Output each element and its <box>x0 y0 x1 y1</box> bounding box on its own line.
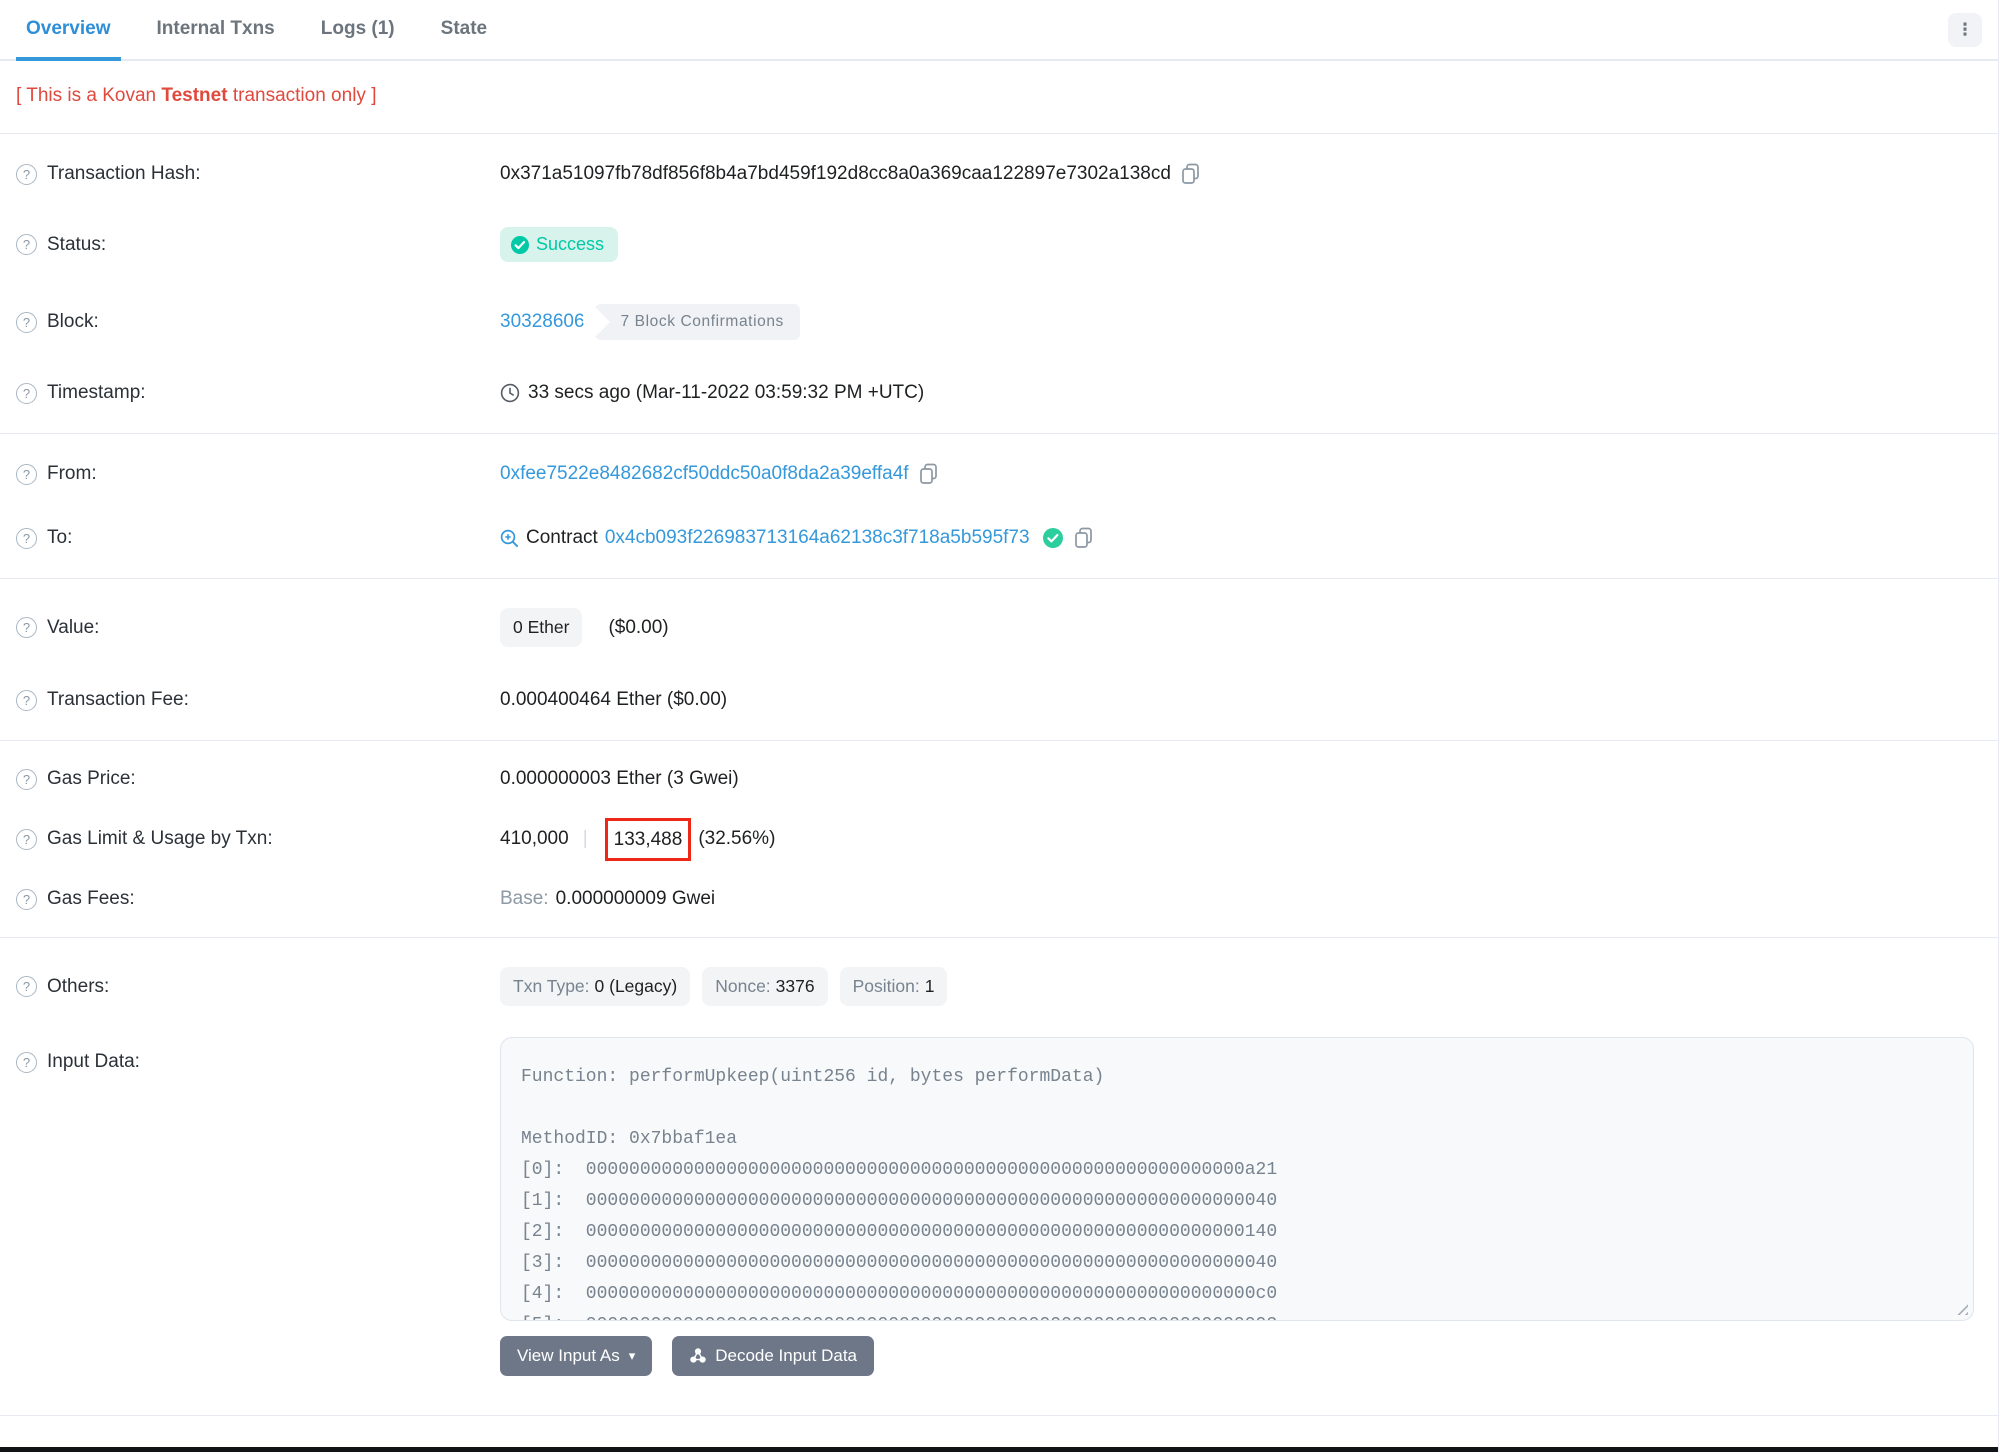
gas-price-value: 0.000000003 Ether (3 Gwei) <box>500 768 739 789</box>
help-icon[interactable]: ? <box>16 976 37 997</box>
decode-input-data-button[interactable]: Decode Input Data <box>672 1336 874 1376</box>
gas-used-value: 133,488 <box>613 828 683 850</box>
transaction-hash-value: 0x371a51097fb78df856f8b4a7bd459f192d8cc8… <box>500 163 1171 184</box>
view-input-as-label: View Input As <box>517 1346 620 1365</box>
help-icon[interactable]: ? <box>16 463 37 485</box>
help-icon[interactable]: ? <box>16 888 37 910</box>
nonce-badge: Nonce: 3376 <box>702 967 828 1006</box>
row-label-text: Gas Fees: <box>47 888 135 909</box>
gas-used-annotation-box: 133,488 <box>604 817 692 861</box>
warning-text-post: transaction only ] <box>227 85 377 106</box>
view-input-as-button[interactable]: View Input As ▾ <box>500 1336 653 1376</box>
input-data-line: [0]: 00000000000000000000000000000000000… <box>521 1160 1278 1180</box>
testnet-warning: [ This is a Kovan Testnet transaction on… <box>0 61 1998 133</box>
input-data-line: [4]: 00000000000000000000000000000000000… <box>521 1284 1278 1304</box>
copy-icon[interactable] <box>919 463 939 485</box>
help-icon[interactable]: ? <box>16 689 37 711</box>
block-confirmations-badge: 7 Block Confirmations <box>594 304 800 340</box>
row-timestamp: ? Timestamp: 33 secs ago (Mar-11-2022 03… <box>0 361 1998 425</box>
decode-input-data-label: Decode Input Data <box>715 1346 857 1365</box>
help-icon[interactable]: ? <box>16 617 37 638</box>
from-address-link[interactable]: 0xfee7522e8482682cf50ddc50a0f8da2a39effa… <box>500 463 909 485</box>
contract-prefix: Contract <box>526 527 598 548</box>
row-gas-fees: ? Gas Fees: Base: 0.000000009 Gwei <box>0 869 1998 929</box>
input-data-textarea[interactable]: Function: performUpkeep(uint256 id, byte… <box>500 1037 1974 1321</box>
help-icon[interactable]: ? <box>16 382 37 404</box>
row-label-text: Input Data: <box>47 1051 140 1072</box>
help-icon[interactable]: ? <box>16 311 37 333</box>
row-from: ? From: 0xfee7522e8482682cf50ddc50a0f8da… <box>0 442 1998 506</box>
row-label-text: Block: <box>47 311 99 332</box>
row-block: ? Block: 30328606 7 Block Confirmations <box>0 283 1998 361</box>
transaction-fee-value: 0.000400464 Ether ($0.00) <box>500 689 728 710</box>
chevron-down-icon: ▾ <box>628 1348 636 1363</box>
bottom-edge-bar <box>0 1447 1998 1452</box>
timestamp-value: 33 secs ago (Mar-11-2022 03:59:32 PM +UT… <box>528 382 925 403</box>
row-label-text: Value: <box>47 616 100 638</box>
check-circle-icon <box>511 235 529 254</box>
help-icon[interactable]: ? <box>16 768 37 790</box>
row-label-text: Gas Limit & Usage by Txn: <box>47 828 273 849</box>
tab-overview[interactable]: Overview <box>16 0 121 61</box>
gas-used-percent: (32.56%) <box>698 828 776 849</box>
tab-internal-txns[interactable]: Internal Txns <box>147 0 285 61</box>
input-data-line: [1]: 00000000000000000000000000000000000… <box>521 1191 1278 1211</box>
input-data-line <box>521 1093 1953 1124</box>
help-icon[interactable]: ? <box>16 163 37 185</box>
verified-check-icon <box>1042 528 1063 548</box>
row-transaction-fee: ? Transaction Fee: 0.000400464 Ether ($0… <box>0 668 1998 732</box>
row-others: ? Others: Txn Type: 0 (Legacy) Nonce: 3376… <box>0 946 1998 1027</box>
row-transaction-hash: ? Transaction Hash: 0x371a51097fb78df856… <box>0 142 1998 206</box>
row-label-text: Transaction Fee: <box>47 689 189 710</box>
row-input-data: ? Input Data: Function: performUpkeep(ui… <box>0 1027 1998 1397</box>
tab-state[interactable]: State <box>431 0 497 61</box>
row-label-text: Others: <box>47 975 110 997</box>
help-icon[interactable]: ? <box>16 527 37 549</box>
value-badge: 0 Ether <box>500 608 583 647</box>
gas-separator: | <box>582 828 588 849</box>
gas-fees-base-value: 0.000000009 Gwei <box>555 888 716 909</box>
clock-icon <box>500 383 520 403</box>
kebab-icon: ⋮ <box>1956 19 1974 39</box>
warning-text-bold: Testnet <box>161 85 228 106</box>
input-data-line: Function: performUpkeep(uint256 id, byte… <box>521 1067 1105 1087</box>
gas-fees-base-label: Base: <box>500 888 549 909</box>
row-label-text: From: <box>47 463 97 484</box>
help-icon[interactable]: ? <box>16 828 37 850</box>
row-label-text: Gas Price: <box>47 768 136 789</box>
more-options-button[interactable]: ⋮ <box>1948 12 1982 47</box>
status-badge: Success <box>500 227 619 262</box>
to-address-link[interactable]: 0x4cb093f226983713164a62138c3f718a5b595f… <box>605 527 1030 549</box>
copy-icon[interactable] <box>1181 163 1201 185</box>
zoom-in-icon[interactable] <box>500 529 519 548</box>
copy-icon[interactable] <box>1074 527 1094 549</box>
row-label-text: Timestamp: <box>47 382 146 403</box>
input-data-line: [3]: 00000000000000000000000000000000000… <box>521 1253 1278 1273</box>
value-fiat: ($0.00) <box>608 616 669 638</box>
row-label-text: Status: <box>47 233 107 255</box>
tab-bar: Overview Internal Txns Logs (1) State ⋮ <box>0 0 1998 61</box>
input-data-line: MethodID: 0x7bbaf1ea <box>521 1129 738 1149</box>
row-status: ? Status: Success <box>0 206 1998 283</box>
row-value: ? Value: 0 Ether ($0.00) <box>0 587 1998 668</box>
bottom-spacer <box>0 1416 1998 1438</box>
txn-type-badge: Txn Type: 0 (Legacy) <box>500 967 691 1006</box>
warning-text-pre: [ This is a Kovan <box>16 85 162 106</box>
tab-logs[interactable]: Logs (1) <box>311 0 405 61</box>
help-icon[interactable]: ? <box>16 234 37 255</box>
position-badge: Position: 1 <box>839 967 948 1006</box>
help-icon[interactable]: ? <box>16 1051 37 1073</box>
input-data-line: [2]: 00000000000000000000000000000000000… <box>521 1222 1278 1242</box>
row-to: ? To: Contract 0x4cb093f226983713164a621… <box>0 506 1998 570</box>
row-gas-price: ? Gas Price: 0.000000003 Ether (3 Gwei) <box>0 749 1998 809</box>
block-number-link[interactable]: 30328606 <box>500 311 585 333</box>
input-data-line: [5]: 00000000000000000000000000000000000… <box>521 1310 1953 1320</box>
row-label-text: To: <box>47 527 73 548</box>
decode-icon <box>690 1348 706 1363</box>
gas-limit-value: 410,000 <box>500 828 569 849</box>
status-text: Success <box>536 234 605 254</box>
row-label-text: Transaction Hash: <box>47 163 201 184</box>
row-gas-limit-usage: ? Gas Limit & Usage by Txn: 410,000 | 13… <box>0 809 1998 869</box>
